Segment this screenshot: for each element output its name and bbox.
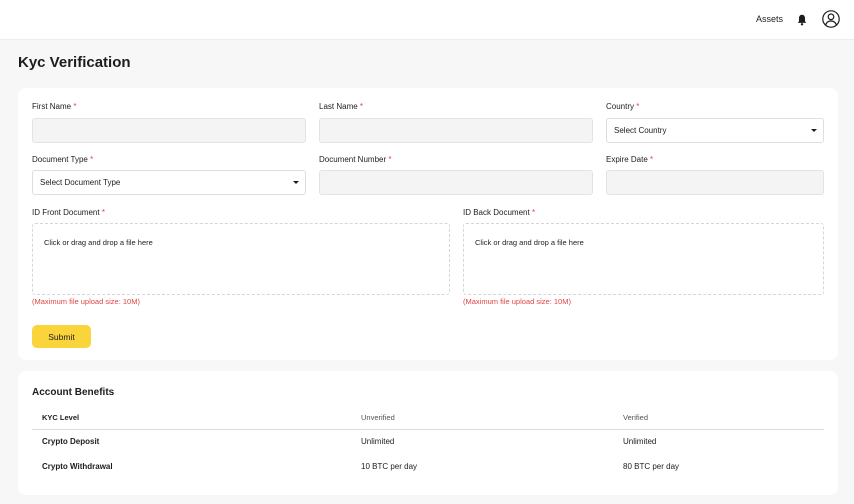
id-back-document-label: ID Back Document *	[463, 208, 536, 217]
table-cell: Unlimited	[361, 437, 395, 447]
account-benefits-card: Account Benefits KYC Level Unverified Ve…	[18, 371, 838, 495]
column-header: Verified	[613, 407, 824, 430]
document-number-input[interactable]	[319, 170, 593, 195]
document-type-label: Document Type *	[32, 155, 94, 164]
required-mark: *	[650, 155, 654, 164]
id-front-dropzone[interactable]: Click or drag and drop a file here	[32, 223, 450, 295]
submit-button[interactable]: Submit	[32, 325, 91, 348]
table-cell: Unlimited	[623, 437, 657, 447]
required-mark: *	[636, 102, 640, 111]
id-front-size-hint: (Maximum file upload size: 10M)	[32, 297, 140, 306]
dropzone-text: Click or drag and drop a file here	[44, 238, 153, 247]
table-cell: Crypto Deposit	[42, 437, 100, 447]
user-avatar-icon[interactable]	[822, 10, 840, 28]
country-select[interactable]: Select Country	[606, 118, 824, 143]
table-cell: 10 BTC per day	[361, 462, 418, 471]
chevron-down-icon	[811, 129, 817, 132]
bell-icon[interactable]	[797, 14, 807, 26]
top-navigation-bar: Assets	[0, 0, 854, 40]
assets-link[interactable]: Assets	[756, 14, 783, 24]
page-title: Kyc Verification	[18, 54, 131, 71]
benefits-title: Account Benefits	[32, 387, 115, 398]
document-number-label: Document Number *	[319, 155, 392, 164]
id-back-size-hint: (Maximum file upload size: 10M)	[463, 297, 571, 306]
required-mark: *	[531, 208, 536, 217]
kyc-form-card: First Name * Last Name * Country * Selec…	[18, 88, 838, 360]
dropzone-text: Click or drag and drop a file here	[475, 238, 584, 247]
table-row: Crypto Deposit Unlimited Unlimited	[32, 429, 824, 454]
required-mark: *	[359, 102, 364, 111]
first-name-label: First Name *	[32, 102, 77, 111]
table-cell: Crypto Withdrawal	[42, 462, 113, 471]
column-header: Unverified	[351, 407, 613, 430]
expire-date-input[interactable]	[606, 170, 824, 195]
first-name-input[interactable]	[32, 118, 306, 143]
table-row: Crypto Withdrawal 10 BTC per day 80 BTC …	[32, 454, 824, 479]
document-type-select[interactable]: Select Document Type	[32, 170, 306, 195]
last-name-label: Last Name *	[319, 102, 364, 111]
expire-date-label: Expire Date *	[606, 155, 654, 164]
country-select-value: Select Country	[614, 126, 667, 135]
chevron-down-icon	[293, 181, 299, 184]
document-type-select-value: Select Document Type	[40, 178, 121, 187]
required-mark: *	[90, 155, 94, 164]
required-mark: *	[101, 208, 105, 217]
last-name-input[interactable]	[319, 118, 593, 143]
benefits-table: KYC Level Unverified Verified Crypto Dep…	[32, 407, 824, 479]
required-mark: *	[73, 102, 77, 111]
id-back-dropzone[interactable]: Click or drag and drop a file here	[463, 223, 824, 295]
id-front-document-label: ID Front Document *	[32, 208, 105, 217]
table-cell: 80 BTC per day	[623, 462, 680, 471]
table-header-row: KYC Level Unverified Verified	[32, 407, 824, 430]
required-mark: *	[388, 155, 392, 164]
column-header: KYC Level	[32, 407, 351, 430]
country-label: Country *	[606, 102, 640, 111]
